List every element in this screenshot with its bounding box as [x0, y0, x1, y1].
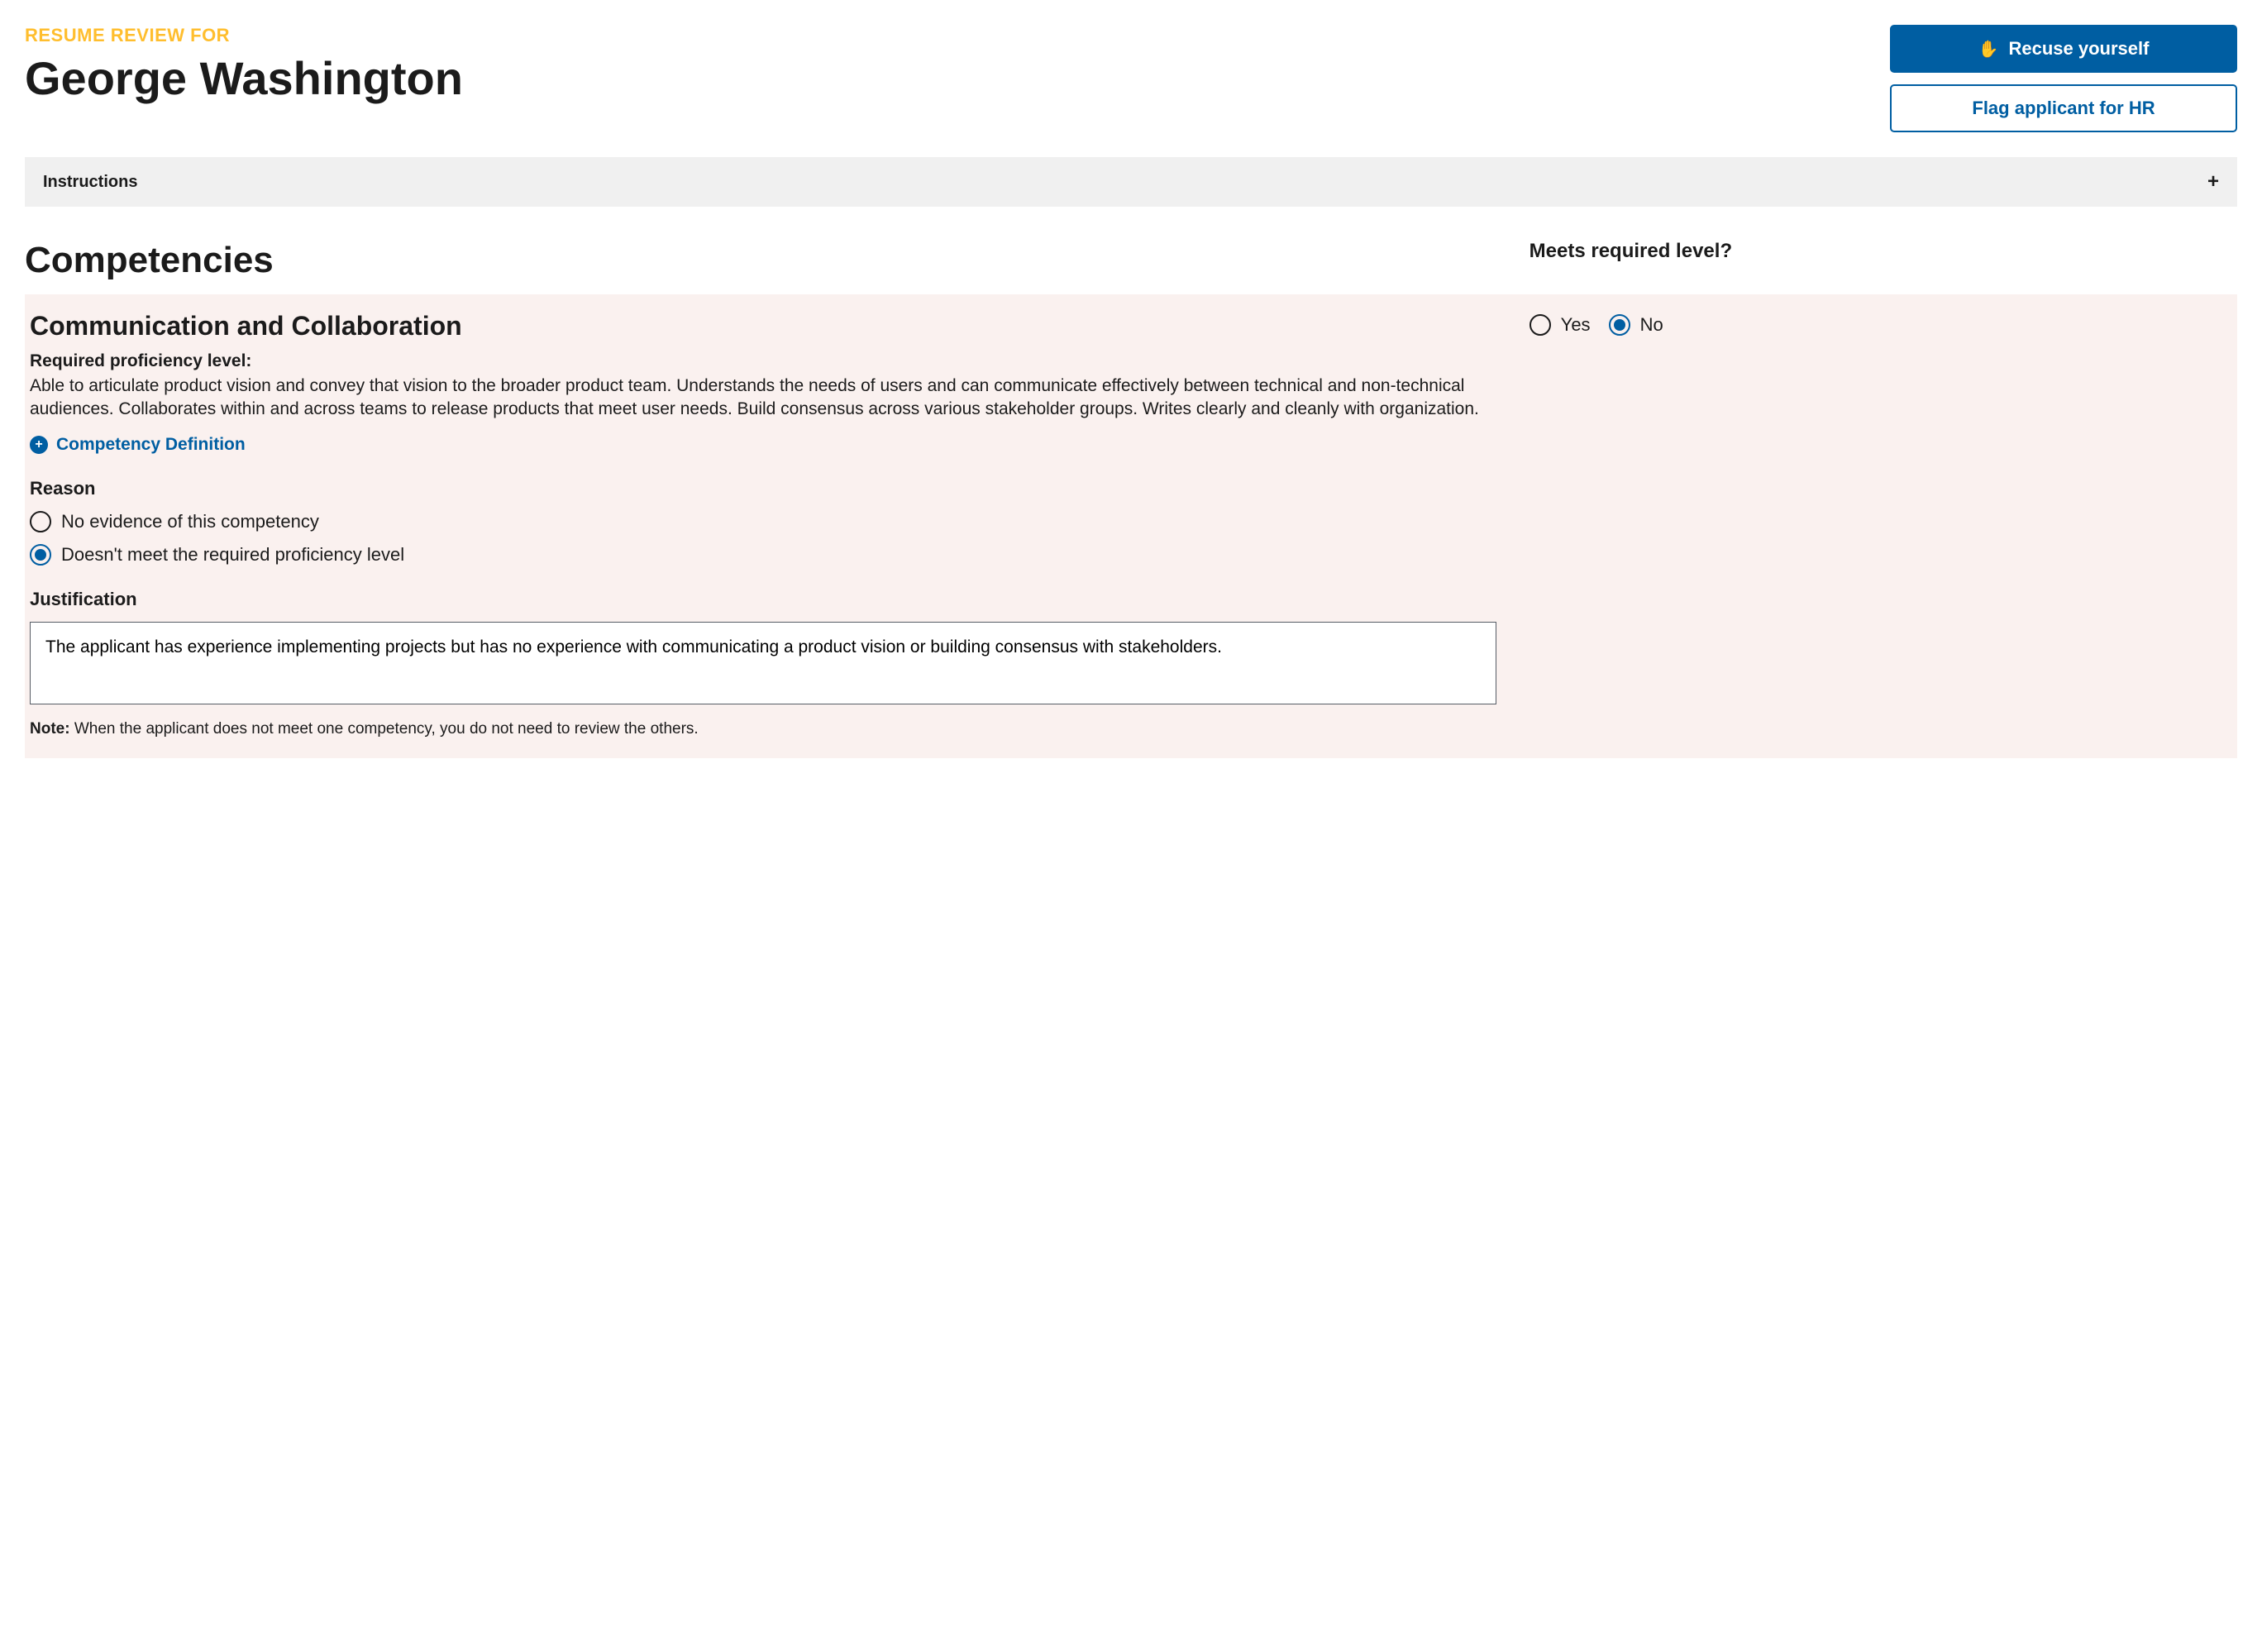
justification-heading: Justification: [30, 589, 1496, 610]
applicant-name: George Washington: [25, 53, 1890, 104]
eyebrow-text: RESUME REVIEW FOR: [25, 25, 1890, 46]
note-body: When the applicant does not meet one com…: [70, 720, 699, 738]
justification-textarea[interactable]: The applicant has experience implementin…: [30, 622, 1496, 704]
radio-icon: [1529, 314, 1551, 336]
reason-option-no-evidence[interactable]: No evidence of this competency: [30, 511, 1496, 532]
competencies-heading: Competencies: [25, 240, 1529, 281]
reason-option1-label: No evidence of this competency: [61, 511, 319, 532]
reason-option2-label: Doesn't meet the required proficiency le…: [61, 544, 404, 566]
instructions-accordion[interactable]: Instructions +: [25, 157, 2237, 207]
meets-yes-option[interactable]: Yes: [1529, 314, 1591, 336]
meets-yes-label: Yes: [1561, 314, 1591, 336]
plus-icon: +: [2207, 170, 2219, 193]
note-text: Note: When the applicant does not meet o…: [30, 720, 1496, 738]
meets-required-label: Meets required level?: [1529, 240, 2237, 263]
circle-plus-icon: +: [30, 436, 48, 454]
required-level-label: Required proficiency level:: [30, 351, 1496, 371]
competency-title: Communication and Collaboration: [30, 311, 1496, 341]
flag-hr-button[interactable]: Flag applicant for HR: [1890, 84, 2237, 132]
recuse-button[interactable]: ✋ Recuse yourself: [1890, 25, 2237, 73]
reason-option-not-meet[interactable]: Doesn't meet the required proficiency le…: [30, 544, 1496, 566]
competency-definition-toggle[interactable]: + Competency Definition: [30, 435, 1496, 455]
meets-no-label: No: [1640, 314, 1663, 336]
radio-icon: [30, 511, 51, 532]
radio-icon: [30, 544, 51, 566]
page-header: RESUME REVIEW FOR George Washington ✋ Re…: [25, 25, 2237, 132]
required-level-text: Able to articulate product vision and co…: [30, 375, 1496, 422]
meets-no-option[interactable]: No: [1609, 314, 1663, 336]
competency-definition-label: Competency Definition: [56, 435, 246, 455]
reason-heading: Reason: [30, 478, 1496, 499]
radio-icon: [1609, 314, 1630, 336]
note-label: Note:: [30, 720, 70, 738]
recuse-label: Recuse yourself: [2008, 38, 2149, 60]
competency-panel: Communication and Collaboration Required…: [25, 294, 2237, 758]
instructions-label: Instructions: [43, 173, 137, 192]
hand-icon: ✋: [1978, 39, 1999, 60]
